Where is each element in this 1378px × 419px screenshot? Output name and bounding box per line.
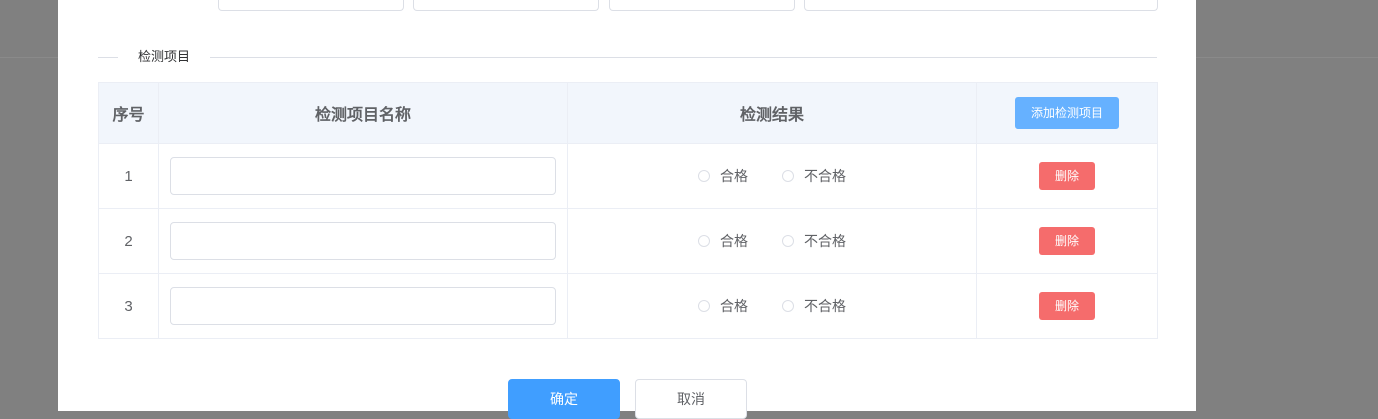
delete-button[interactable]: 删除 bbox=[1039, 292, 1095, 320]
add-item-button[interactable]: 添加检测项目 bbox=[1015, 97, 1119, 129]
table-row: 3 合格 不合格 删除 bbox=[98, 273, 1158, 339]
header-result: 检测结果 bbox=[567, 82, 977, 144]
row-index: 2 bbox=[98, 208, 159, 274]
radio-circle-icon bbox=[698, 170, 710, 182]
row-result-cell: 合格 不合格 bbox=[567, 143, 977, 209]
result-radio-group: 合格 不合格 bbox=[698, 231, 846, 251]
row-action-cell: 删除 bbox=[976, 208, 1158, 274]
radio-pass-label: 合格 bbox=[720, 168, 748, 184]
row-name-cell bbox=[158, 273, 568, 339]
result-radio-group: 合格 不合格 bbox=[698, 166, 846, 186]
header-index: 序号 bbox=[98, 82, 159, 144]
delete-button[interactable]: 删除 bbox=[1039, 162, 1095, 190]
backdrop-divider-left bbox=[0, 57, 58, 58]
radio-fail-label: 不合格 bbox=[804, 168, 846, 184]
item-name-input[interactable] bbox=[170, 222, 556, 260]
radio-pass-label: 合格 bbox=[720, 233, 748, 249]
confirm-button[interactable]: 确定 bbox=[508, 379, 620, 419]
row-index: 1 bbox=[98, 143, 159, 209]
delete-button[interactable]: 删除 bbox=[1039, 227, 1095, 255]
row-index: 3 bbox=[98, 273, 159, 339]
radio-circle-icon bbox=[782, 170, 794, 182]
top-input-2[interactable] bbox=[413, 0, 599, 11]
inspection-items-table: 序号 检测项目名称 检测结果 添加检测项目 1 合格 不合格 删除 2 合格 不… bbox=[98, 82, 1158, 339]
section-divider bbox=[98, 57, 1157, 58]
top-input-3[interactable] bbox=[609, 0, 795, 11]
radio-fail[interactable]: 不合格 bbox=[782, 166, 846, 186]
row-name-cell bbox=[158, 143, 568, 209]
backdrop-divider-right bbox=[1196, 57, 1378, 58]
radio-circle-icon bbox=[782, 235, 794, 247]
item-name-input[interactable] bbox=[170, 287, 556, 325]
radio-pass[interactable]: 合格 bbox=[698, 296, 748, 316]
top-form-row bbox=[58, 0, 1196, 11]
header-item-name: 检测项目名称 bbox=[158, 82, 568, 144]
radio-pass[interactable]: 合格 bbox=[698, 231, 748, 251]
row-name-cell bbox=[158, 208, 568, 274]
result-radio-group: 合格 不合格 bbox=[698, 296, 846, 316]
radio-circle-icon bbox=[698, 235, 710, 247]
dialog: 检测项目 序号 检测项目名称 检测结果 添加检测项目 1 合格 不合格 删除 2… bbox=[58, 0, 1196, 419]
header-actions: 添加检测项目 bbox=[976, 82, 1158, 144]
radio-fail-label: 不合格 bbox=[804, 233, 846, 249]
radio-pass-label: 合格 bbox=[720, 298, 748, 314]
radio-circle-icon bbox=[698, 300, 710, 312]
cancel-button[interactable]: 取消 bbox=[635, 379, 747, 419]
radio-fail[interactable]: 不合格 bbox=[782, 296, 846, 316]
top-input-1[interactable] bbox=[218, 0, 404, 11]
item-name-input[interactable] bbox=[170, 157, 556, 195]
table-header-row: 序号 检测项目名称 检测结果 添加检测项目 bbox=[98, 82, 1158, 144]
section-title: 检测项目 bbox=[118, 48, 211, 66]
radio-fail-label: 不合格 bbox=[804, 298, 846, 314]
radio-fail[interactable]: 不合格 bbox=[782, 231, 846, 251]
row-result-cell: 合格 不合格 bbox=[567, 208, 977, 274]
top-input-4[interactable] bbox=[804, 0, 1158, 11]
row-result-cell: 合格 不合格 bbox=[567, 273, 977, 339]
row-action-cell: 删除 bbox=[976, 273, 1158, 339]
table-row: 1 合格 不合格 删除 bbox=[98, 143, 1158, 209]
radio-pass[interactable]: 合格 bbox=[698, 166, 748, 186]
table-row: 2 合格 不合格 删除 bbox=[98, 208, 1158, 274]
radio-circle-icon bbox=[782, 300, 794, 312]
row-action-cell: 删除 bbox=[976, 143, 1158, 209]
